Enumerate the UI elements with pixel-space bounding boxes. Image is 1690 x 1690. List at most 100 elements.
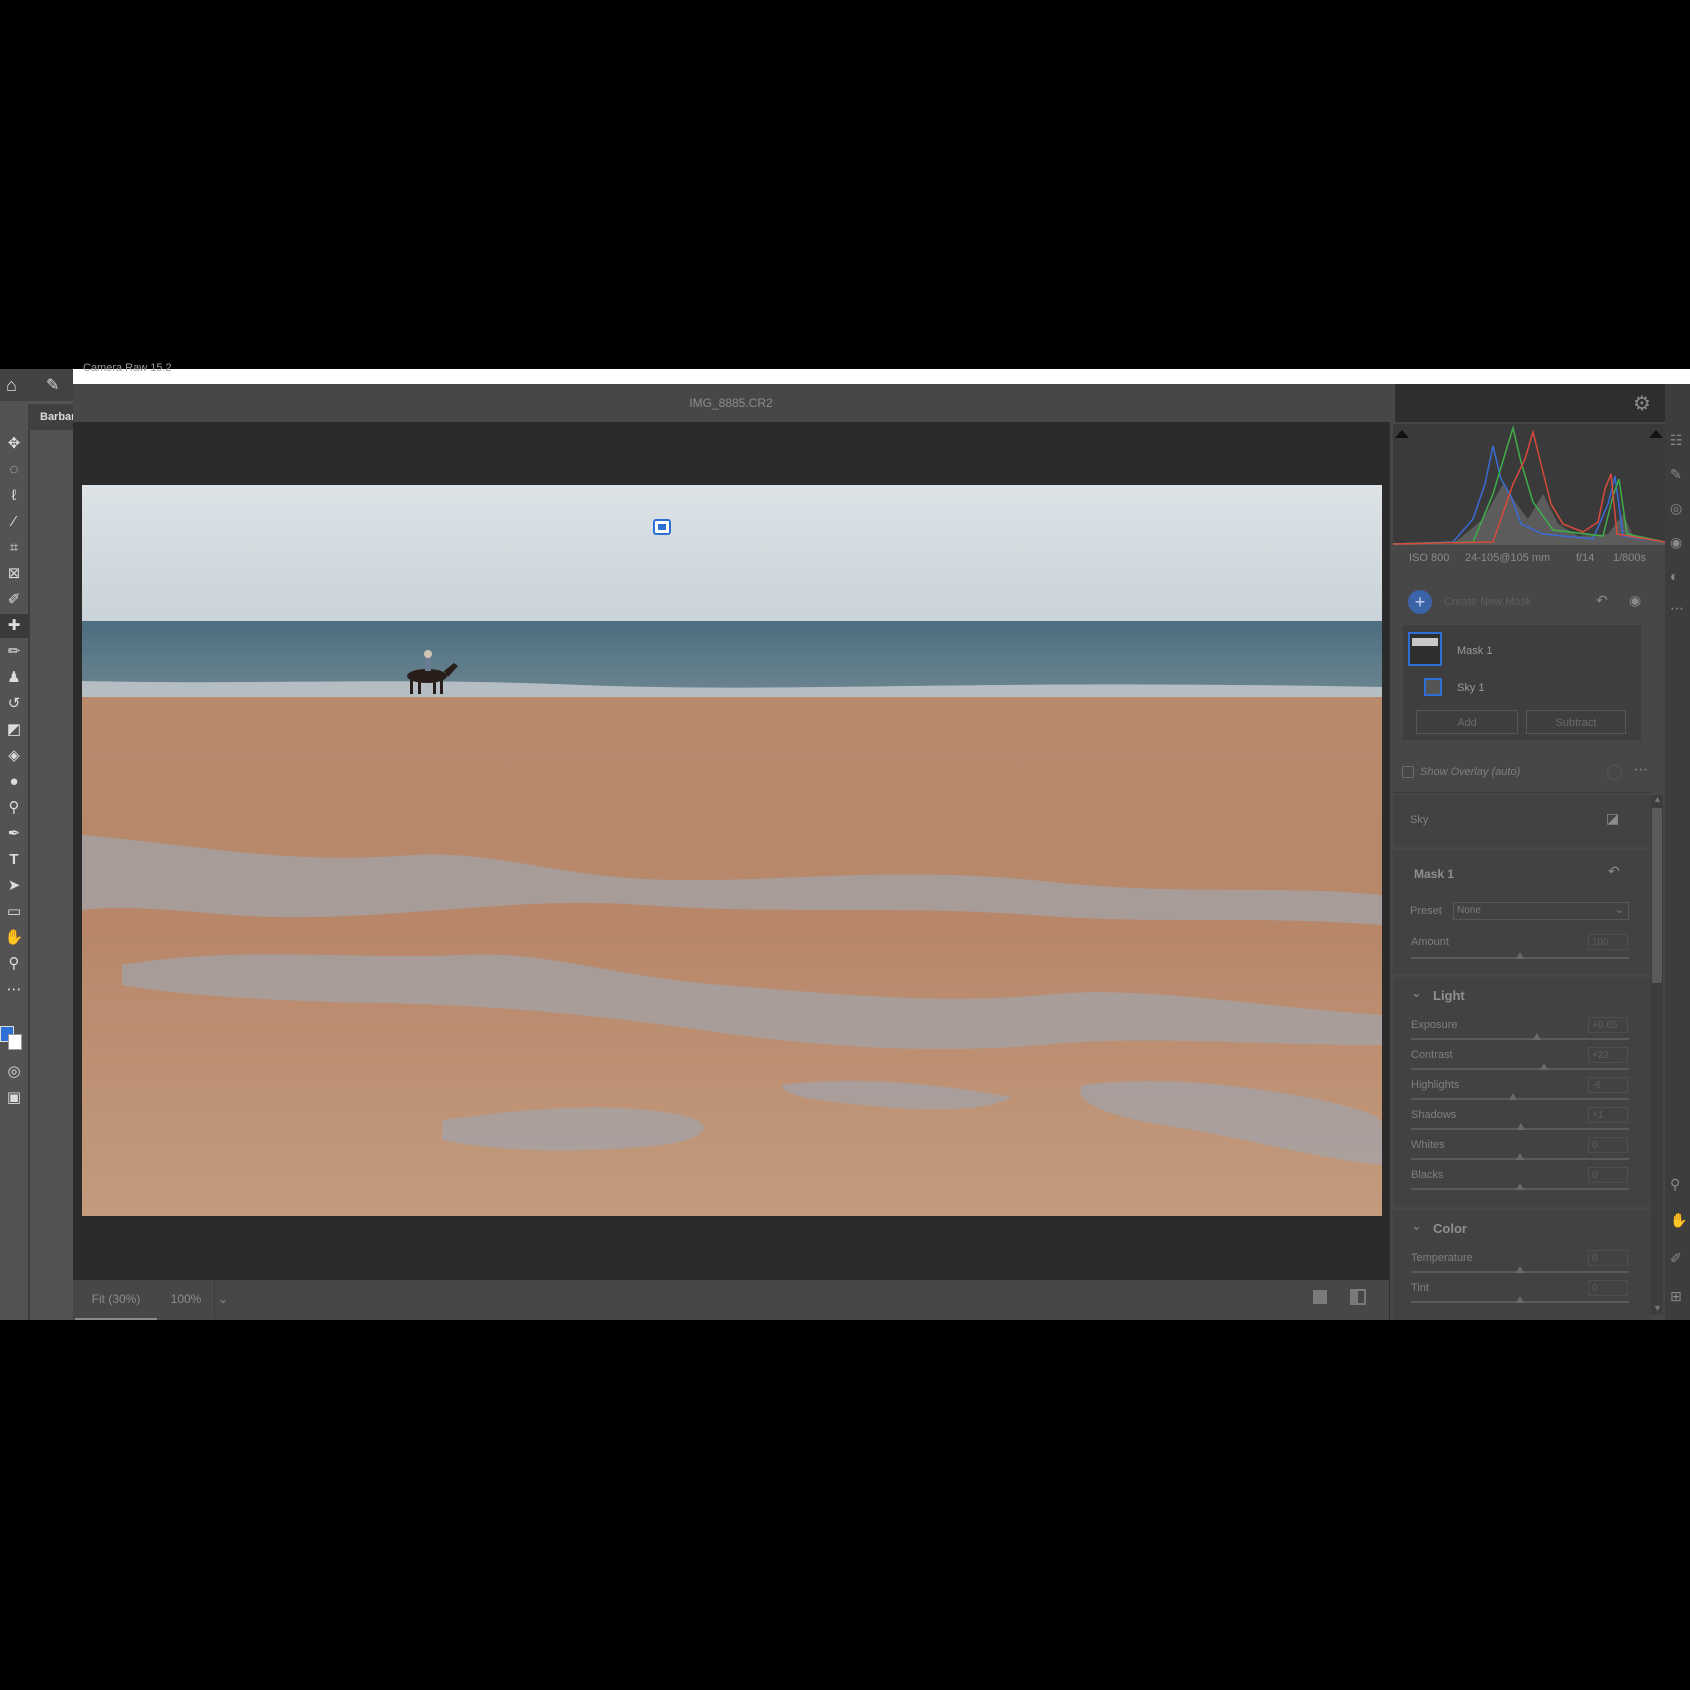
zoom-icon[interactable]: ⚲: [1670, 1176, 1690, 1196]
amount-slider-thumb[interactable]: [1516, 952, 1524, 959]
zoom-tool-icon[interactable]: ⚲: [0, 952, 28, 976]
more-icon[interactable]: ⋯: [1670, 600, 1690, 620]
marquee-tool-icon[interactable]: ◌: [0, 458, 28, 482]
single-view-icon[interactable]: [1313, 1290, 1327, 1304]
more-tools-icon[interactable]: ⋯: [0, 978, 28, 1002]
light-slider-label: Shadows: [1411, 1109, 1457, 1121]
eyedropper-tool-icon[interactable]: ✐: [0, 588, 28, 612]
overlay-color-swatch[interactable]: [1607, 765, 1622, 780]
eye-icon[interactable]: ◉: [1629, 592, 1641, 609]
mask1-label[interactable]: Mask 1: [1457, 645, 1492, 657]
color-slider-value[interactable]: 0: [1588, 1280, 1628, 1296]
reset-mask-icon[interactable]: ↶: [1608, 863, 1620, 880]
light-slider-thumb[interactable]: [1516, 1153, 1524, 1160]
amount-value[interactable]: 100: [1588, 934, 1628, 950]
edit-icon[interactable]: ☷: [1670, 432, 1690, 452]
blur-tool-icon[interactable]: ●: [0, 770, 28, 794]
healing-tool-icon[interactable]: ✚: [0, 614, 28, 638]
subtract-button[interactable]: Subtract: [1526, 710, 1626, 734]
healing-icon[interactable]: ✎: [1670, 466, 1690, 486]
sampler-icon[interactable]: ✐: [1670, 1250, 1690, 1270]
light-section-title[interactable]: Light: [1433, 988, 1465, 1003]
mask-properties-title: Mask 1: [1414, 867, 1455, 881]
amount-label: Amount: [1411, 936, 1449, 948]
gear-icon[interactable]: ⚙: [1633, 391, 1651, 416]
document-tab[interactable]: Barbar: [28, 404, 73, 430]
light-slider-thumb[interactable]: [1533, 1033, 1542, 1040]
file-name: IMG_8885.CR2: [689, 396, 773, 410]
shadow-clip-warning-icon: [1395, 430, 1409, 438]
light-slider-track[interactable]: [1411, 1068, 1629, 1070]
color-slider-thumb[interactable]: [1516, 1266, 1524, 1273]
hand-tool-icon[interactable]: ✋: [0, 926, 28, 950]
light-slider-thumb[interactable]: [1509, 1093, 1518, 1100]
quick-select-tool-icon[interactable]: ⁄: [0, 510, 28, 534]
pen-tool-icon[interactable]: ✒: [0, 822, 28, 846]
sky1-thumbnail-icon[interactable]: [1424, 678, 1442, 696]
light-slider-value[interactable]: +0.65: [1588, 1017, 1628, 1033]
preset-dropdown[interactable]: None ⌄: [1453, 902, 1629, 920]
quick-mask-icon[interactable]: ◎: [0, 1060, 28, 1084]
sky1-label[interactable]: Sky 1: [1457, 682, 1485, 694]
scroll-down-icon[interactable]: ▼: [1653, 1303, 1662, 1313]
crop-tool-icon[interactable]: ⌗: [0, 536, 28, 560]
light-slider-value[interactable]: -6: [1588, 1077, 1628, 1093]
create-mask-button[interactable]: +: [1408, 590, 1432, 614]
frame-tool-icon[interactable]: ⊠: [0, 562, 28, 586]
eraser-tool-icon[interactable]: ◩: [0, 718, 28, 742]
screen-mode-icon[interactable]: ▣: [0, 1086, 28, 1110]
path-select-tool-icon[interactable]: ➤: [0, 874, 28, 898]
color-slider-thumb[interactable]: [1516, 1296, 1524, 1303]
color-slider-value[interactable]: 0: [1588, 1250, 1628, 1266]
chevron-down-icon[interactable]: ⌄: [1411, 985, 1422, 1001]
history-brush-icon[interactable]: ↺: [0, 692, 28, 716]
rectangle-tool-icon[interactable]: ▭: [0, 900, 28, 924]
red-eye-icon[interactable]: ◉: [1670, 534, 1690, 554]
mask1-thumbnail[interactable]: [1408, 632, 1442, 666]
presets-icon[interactable]: ◐: [1670, 568, 1690, 588]
home-icon[interactable]: ⌂: [6, 375, 17, 396]
show-overlay-checkbox[interactable]: [1402, 766, 1414, 778]
photo-preview[interactable]: [82, 485, 1382, 1216]
light-slider-thumb[interactable]: [1539, 1063, 1548, 1070]
reset-icon[interactable]: ↶: [1596, 592, 1608, 609]
light-slider-thumb[interactable]: [1517, 1123, 1526, 1130]
move-tool-icon[interactable]: ✥: [0, 432, 28, 456]
bucket-tool-icon[interactable]: ◈: [0, 744, 28, 768]
light-slider-track[interactable]: [1411, 1098, 1629, 1100]
stamp-tool-icon[interactable]: ♟: [0, 666, 28, 690]
shutter-value: 1/800s: [1613, 552, 1647, 564]
dodge-tool-icon[interactable]: ⚲: [0, 796, 28, 820]
show-overlay-label[interactable]: Show Overlay (auto): [1420, 766, 1520, 778]
light-slider-label: Exposure: [1411, 1019, 1458, 1031]
fit-zoom-button[interactable]: Fit (30%): [75, 1280, 157, 1320]
background-color-swatch[interactable]: [8, 1034, 22, 1050]
light-slider-value[interactable]: +1: [1588, 1107, 1628, 1123]
lasso-tool-icon[interactable]: ℓ: [0, 484, 28, 508]
invert-mask-icon[interactable]: ◪: [1606, 810, 1619, 827]
masking-icon[interactable]: ◎: [1670, 500, 1690, 520]
brush-tool-icon[interactable]: ✏: [0, 640, 28, 664]
zoom-dropdown-icon[interactable]: ⌄: [214, 1280, 231, 1318]
scroll-up-icon[interactable]: ▲: [1653, 794, 1662, 804]
hand-icon[interactable]: ✋: [1670, 1212, 1690, 1232]
light-slider-value[interactable]: 0: [1588, 1137, 1628, 1153]
healing-brush-icon[interactable]: ✎: [46, 375, 59, 395]
add-button[interactable]: Add: [1416, 710, 1518, 734]
scrollbar-thumb[interactable]: [1652, 808, 1662, 983]
light-slider-track[interactable]: [1411, 1038, 1629, 1040]
light-slider-value[interactable]: +22: [1588, 1047, 1628, 1063]
exif-info: ISO 800 24-105@105 mm f/14 1/800s: [1393, 548, 1665, 570]
light-slider-value[interactable]: 0: [1588, 1167, 1628, 1183]
grid-icon[interactable]: ⊞: [1670, 1288, 1690, 1308]
light-slider-label: Blacks: [1411, 1169, 1444, 1181]
create-mask-label[interactable]: Create New Mask: [1444, 596, 1531, 608]
more-options-icon[interactable]: ⋯: [1634, 761, 1648, 778]
type-tool-icon[interactable]: T: [0, 848, 28, 872]
compare-view-icon[interactable]: [1350, 1289, 1366, 1305]
chevron-down-icon[interactable]: ⌄: [1411, 1218, 1422, 1234]
light-slider-label: Whites: [1411, 1139, 1445, 1151]
zoom-100-button[interactable]: 100%: [160, 1280, 212, 1318]
color-section-title[interactable]: Color: [1433, 1221, 1467, 1236]
light-slider-thumb[interactable]: [1516, 1183, 1524, 1190]
